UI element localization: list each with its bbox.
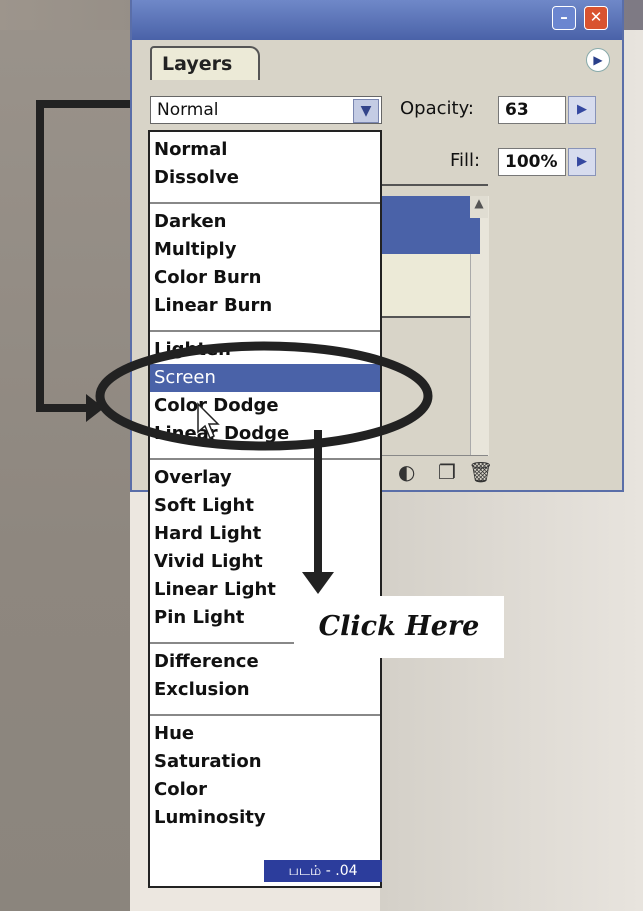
highlight-ellipse — [95, 341, 433, 451]
annotation-overlay — [36, 100, 433, 594]
mouse-cursor-icon — [197, 402, 220, 440]
click-here-callout: Click Here — [294, 596, 504, 658]
down-arrowhead — [302, 572, 334, 594]
pointer-arrow-line — [36, 100, 130, 412]
